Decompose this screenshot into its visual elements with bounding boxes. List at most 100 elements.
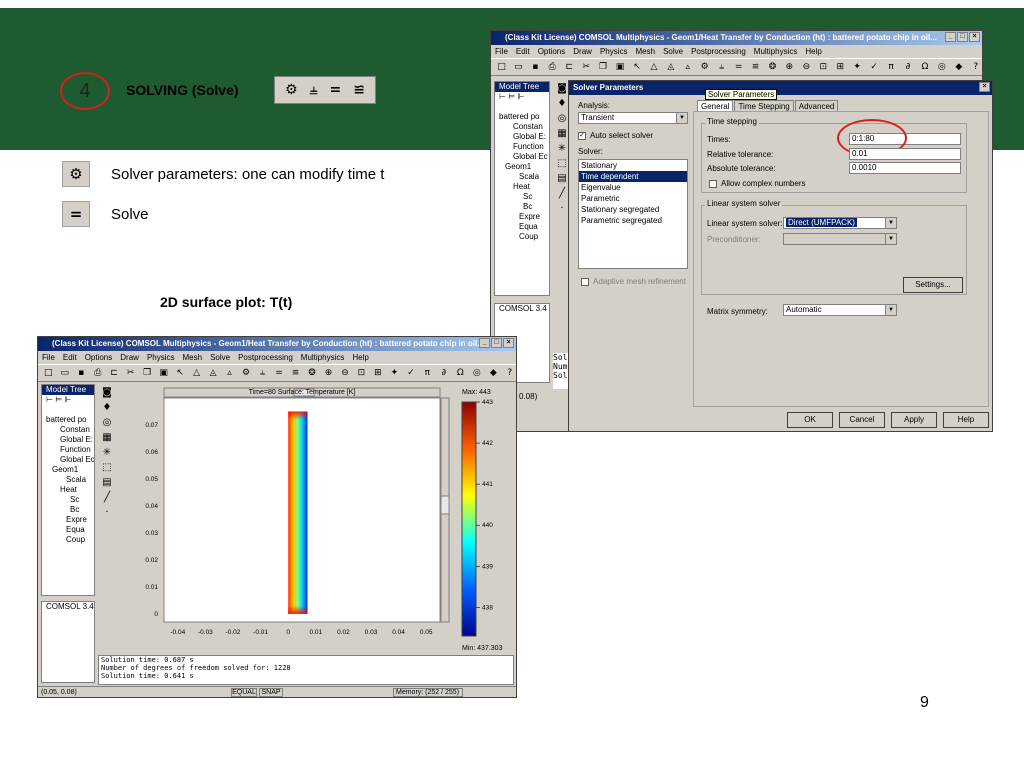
adaptive-mesh-checkbox[interactable]: Adaptive mesh refinement <box>581 277 686 286</box>
model-tree-header[interactable]: Model Tree <box>42 385 94 395</box>
solver-manager-icon[interactable]: ⫨ <box>310 82 318 98</box>
help-icon[interactable]: ? <box>504 368 516 378</box>
menu-mesh[interactable]: Mesh <box>183 351 203 364</box>
paste-icon[interactable]: ▣ <box>157 368 169 378</box>
cut-icon[interactable]: ✂ <box>124 368 136 378</box>
tree-item-subdomain[interactable]: Sc <box>495 192 549 202</box>
zoom-in-icon[interactable]: ⊕ <box>322 368 334 378</box>
checkbox-checked-icon[interactable]: ✓ <box>578 131 586 140</box>
tree-view-buttons[interactable]: ⊢ ⊨ ⊩ <box>495 92 549 112</box>
zoom-in-icon[interactable]: ⊕ <box>783 62 796 72</box>
menu-file[interactable]: File <box>42 351 55 364</box>
navigator-icon[interactable]: ◆ <box>487 368 499 378</box>
matrix-symmetry-select[interactable]: Automatic ▼ <box>783 304 897 316</box>
help-button[interactable]: Help <box>943 412 989 428</box>
constants-icon[interactable]: π <box>885 62 898 72</box>
tree-item-coupling[interactable]: Coup <box>42 535 94 545</box>
refine-mesh-icon[interactable]: ▵ <box>681 62 694 72</box>
film-icon[interactable]: ▤ <box>102 477 111 488</box>
chevron-down-icon[interactable]: ▼ <box>676 113 687 123</box>
solver-option[interactable]: Eigenvalue <box>579 182 687 193</box>
variables-icon[interactable]: ∂ <box>438 368 450 378</box>
menu-postprocessing[interactable]: Postprocessing <box>238 351 293 364</box>
menu-multiphysics[interactable]: Multiphysics <box>754 45 798 58</box>
chevron-down-icon[interactable]: ▼ <box>885 305 896 315</box>
tree-item-functions[interactable]: Function <box>42 445 94 455</box>
check-icon[interactable]: ✓ <box>405 368 417 378</box>
circle-icon[interactable]: ◎ <box>558 113 567 124</box>
draw-icon[interactable]: ◙ <box>557 83 567 94</box>
model-tree-icon[interactable]: ⊏ <box>108 368 120 378</box>
new-file-icon[interactable]: □ <box>495 62 508 72</box>
print-icon[interactable]: ⎙ <box>91 368 103 378</box>
menu-solve[interactable]: Solve <box>210 351 230 364</box>
open-folder-icon[interactable]: ▭ <box>512 62 525 72</box>
preconditioner-select[interactable]: ▼ <box>783 233 897 245</box>
maximize-button[interactable]: □ <box>957 32 968 42</box>
zoom-extents-icon[interactable]: ⊞ <box>834 62 847 72</box>
dotted-box-icon[interactable]: ⬚ <box>557 158 566 169</box>
line-icon[interactable]: ╱ <box>559 188 565 199</box>
draw-icon[interactable]: ◙ <box>102 387 112 398</box>
tree-item-root[interactable]: battered po <box>42 415 94 425</box>
tree-item-global-equations[interactable]: Global Ec <box>42 455 94 465</box>
star-icon[interactable]: ✳ <box>103 447 111 458</box>
tree-item-scalar[interactable]: Scala <box>495 172 549 182</box>
minimize-button[interactable]: _ <box>945 32 956 42</box>
solver-parameters-icon[interactable]: ⚙ <box>240 368 252 378</box>
menu-mesh[interactable]: Mesh <box>636 45 656 58</box>
plot-parameters-icon[interactable]: ❂ <box>766 62 779 72</box>
checkbox-icon[interactable] <box>709 179 717 188</box>
tree-item-heat[interactable]: Heat <box>42 485 94 495</box>
zoom-out-icon[interactable]: ⊖ <box>800 62 813 72</box>
tree-item-constants[interactable]: Constan <box>42 425 94 435</box>
solver-manager-icon[interactable]: ⫨ <box>256 368 268 378</box>
save-icon[interactable]: ▪ <box>75 368 87 378</box>
paste-icon[interactable]: ▣ <box>614 62 627 72</box>
dot-icon[interactable]: · <box>560 203 563 214</box>
tree-item-equations[interactable]: Equa <box>495 222 549 232</box>
refine-mesh-icon[interactable]: ▵ <box>223 368 235 378</box>
tree-item-geom1[interactable]: Geom1 <box>42 465 94 475</box>
mesh-mode-icon[interactable]: ◬ <box>664 62 677 72</box>
constants-icon[interactable]: π <box>421 368 433 378</box>
omega-icon[interactable]: Ω <box>454 368 466 378</box>
cancel-button[interactable]: Cancel <box>839 412 885 428</box>
variables-icon[interactable]: ∂ <box>902 62 915 72</box>
globe-icon[interactable]: ◎ <box>471 368 483 378</box>
open-folder-icon[interactable]: ▭ <box>58 368 70 378</box>
chevron-down-icon[interactable]: ▼ <box>885 218 896 228</box>
solver-parameters-icon[interactable]: ⚙ <box>698 62 711 72</box>
solver-listbox[interactable]: Stationary Time dependent Eigenvalue Par… <box>578 159 688 269</box>
star-icon[interactable]: ✳ <box>558 143 566 154</box>
solver-manager-icon[interactable]: ⫨ <box>715 62 728 72</box>
circle-icon[interactable]: ◎ <box>103 417 112 428</box>
menu-help[interactable]: Help <box>352 351 368 364</box>
close-button[interactable]: × <box>503 338 514 348</box>
restart-icon[interactable]: ≌ <box>289 368 301 378</box>
menu-edit[interactable]: Edit <box>63 351 77 364</box>
solver-option[interactable]: Stationary <box>579 160 687 171</box>
tree-view-buttons[interactable]: ⊢ ⊨ ⊩ <box>42 395 94 415</box>
tree-item-geom1[interactable]: Geom1 <box>495 162 549 172</box>
mesh-mode-icon[interactable]: ◬ <box>207 368 219 378</box>
line-icon[interactable]: ╱ <box>104 492 110 503</box>
tree-item-boundary[interactable]: Bc <box>495 202 549 212</box>
select-icon[interactable]: ↖ <box>174 368 186 378</box>
ok-button[interactable]: OK <box>787 412 833 428</box>
tree-item-heat[interactable]: Heat <box>495 182 549 192</box>
omega-icon[interactable]: Ω <box>918 62 931 72</box>
solve-icon[interactable]: = <box>273 368 285 378</box>
close-button[interactable]: × <box>969 32 980 42</box>
vertical-scroll-thumb[interactable] <box>440 495 450 515</box>
tree-item-subdomain[interactable]: Sc <box>42 495 94 505</box>
navigator-icon[interactable]: ◆ <box>952 62 965 72</box>
menu-draw[interactable]: Draw <box>120 351 139 364</box>
menu-postprocessing[interactable]: Postprocessing <box>691 45 746 58</box>
settings-button[interactable]: Settings... <box>903 277 963 293</box>
restart-icon[interactable]: ≌ <box>353 82 365 98</box>
grid-icon[interactable]: ▦ <box>102 432 111 443</box>
solver-option[interactable]: Parametric segregated <box>579 215 687 226</box>
tree-item-global-expressions[interactable]: Global E: <box>42 435 94 445</box>
solver-option[interactable]: Parametric <box>579 193 687 204</box>
